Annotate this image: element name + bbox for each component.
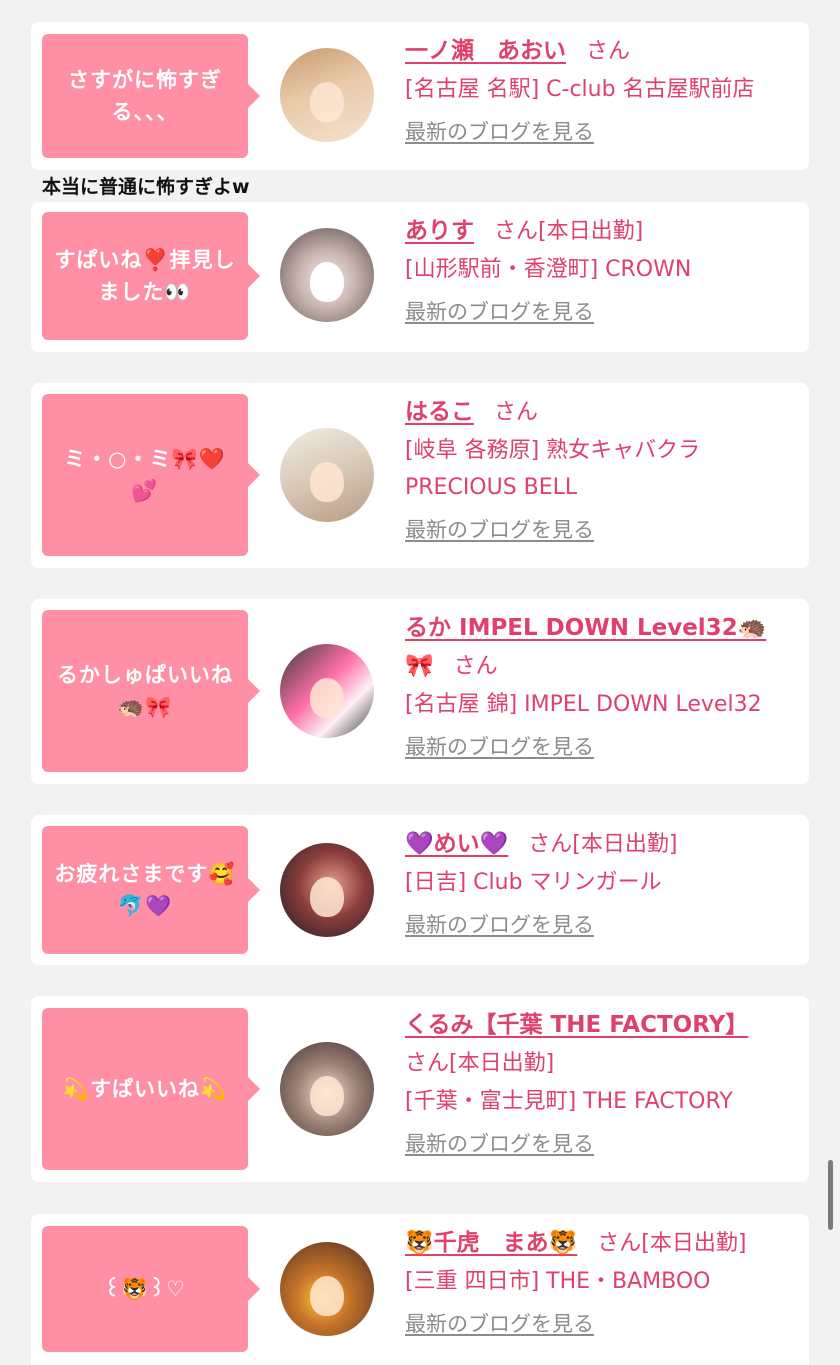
message-text: お疲れさまです🥰 🐬💜: [54, 862, 236, 918]
shop-info: [名古屋 錦] IMPEL DOWN Level32: [405, 692, 762, 717]
avatar[interactable]: [280, 843, 374, 937]
message-card: 💫すぱいいね💫 くるみ【千葉 THE FACTORY】 さん[本日出勤] [千葉…: [31, 996, 809, 1182]
cast-info: ありす さん[本日出勤] [山形駅前・香澄町] CROWN 最新のブログを見る: [405, 212, 797, 332]
shop-info: [千葉・富士見町] THE FACTORY: [405, 1089, 733, 1114]
message-bubble: 💫すぱいいね💫: [42, 1008, 260, 1170]
message-text: ミ・○・ミ🎀❤️💕: [64, 447, 226, 503]
avatar[interactable]: [280, 1242, 374, 1336]
honorific: さん[本日出勤]: [405, 1051, 555, 1076]
message-bubble: お疲れさまです🥰 🐬💜: [42, 826, 260, 954]
latest-blog-link[interactable]: 最新のブログを見る: [405, 292, 797, 332]
message-text: さすがに怖すぎ る、、、: [68, 68, 222, 124]
avatar[interactable]: [280, 428, 374, 522]
message-card: ミ・○・ミ🎀❤️💕 はるこ さん [岐阜 各務原] 熟女キャバクラ PRECIOU…: [31, 383, 809, 568]
latest-blog-link[interactable]: 最新のブログを見る: [405, 1124, 797, 1164]
cast-info: はるこ さん [岐阜 各務原] 熟女キャバクラ PRECIOUS BELL 最新の…: [405, 393, 797, 550]
message-card: すぱいね❣️拝見し ました👀 ありす さん[本日出勤] [山形駅前・香澄町] CR…: [31, 202, 809, 352]
honorific: さん[本日出勤]: [494, 219, 644, 244]
avatar[interactable]: [280, 228, 374, 322]
message-card: さすがに怖すぎ る、、、 一ノ瀬 あおい さん [名古屋 名駅] C-club 名…: [31, 22, 809, 170]
message-card: るかしゅぱいいね 🦔🎀 るか IMPEL DOWN Level32🦔 🎀 さん […: [31, 599, 809, 784]
message-bubble: ꒰🐯꒱♡: [42, 1226, 260, 1352]
comment-text: 本当に普通に怖すぎよw: [42, 176, 250, 198]
cast-info: 💜めい💜 さん[本日出勤] [日吉] Club マリンガール 最新のブログを見る: [405, 825, 797, 945]
latest-blog-link[interactable]: 最新のブログを見る: [405, 510, 797, 550]
cast-name-link[interactable]: はるこ: [405, 399, 474, 425]
cast-info: るか IMPEL DOWN Level32🦔 🎀 さん [名古屋 錦] IMPEL…: [405, 609, 797, 767]
honorific: さん: [494, 400, 539, 425]
message-card: ꒰🐯꒱♡ 🐯千虎 まあ🐯 さん[本日出勤] [三重 四日市] THE・BAMBOO…: [31, 1214, 809, 1365]
avatar[interactable]: [280, 1042, 374, 1136]
scrollbar-thumb[interactable]: [828, 1160, 833, 1230]
cast-name-link[interactable]: るか IMPEL DOWN Level32🦔: [405, 615, 766, 641]
cast-info: 🐯千虎 まあ🐯 さん[本日出勤] [三重 四日市] THE・BAMBOO 最新のブ…: [405, 1224, 797, 1344]
message-text: ꒰🐯꒱♡: [104, 1277, 186, 1301]
avatar[interactable]: [280, 48, 374, 142]
cast-info: 一ノ瀬 あおい さん [名古屋 名駅] C-club 名古屋駅前店 最新のブログを…: [405, 32, 797, 152]
latest-blog-link[interactable]: 最新のブログを見る: [405, 727, 797, 767]
cast-name-link[interactable]: 一ノ瀬 あおい: [405, 38, 566, 64]
honorific: さん[本日出勤]: [597, 1231, 747, 1256]
message-bubble: ミ・○・ミ🎀❤️💕: [42, 394, 260, 556]
latest-blog-link[interactable]: 最新のブログを見る: [405, 1304, 797, 1344]
message-text: 💫すぱいいね💫: [62, 1077, 228, 1101]
latest-blog-link[interactable]: 最新のブログを見る: [405, 112, 797, 152]
cast-info: くるみ【千葉 THE FACTORY】 さん[本日出勤] [千葉・富士見町] T…: [405, 1006, 797, 1164]
shop-info: [岐阜 各務原] 熟女キャバクラ: [405, 438, 701, 463]
message-bubble: すぱいね❣️拝見し ました👀: [42, 212, 260, 340]
shop-info: PRECIOUS BELL: [405, 475, 578, 500]
honorific: さん[本日出勤]: [528, 832, 678, 857]
avatar[interactable]: [280, 644, 374, 738]
message-bubble: さすがに怖すぎ る、、、: [42, 34, 260, 158]
shop-info: [三重 四日市] THE・BAMBOO: [405, 1269, 711, 1294]
shop-info: [名古屋 名駅] C-club 名古屋駅前店: [405, 77, 755, 102]
message-bubble: るかしゅぱいいね 🦔🎀: [42, 610, 260, 772]
message-card: お疲れさまです🥰 🐬💜 💜めい💜 さん[本日出勤] [日吉] Club マリンガー…: [31, 815, 809, 965]
message-text: るかしゅぱいいね 🦔🎀: [57, 663, 233, 719]
cast-name-link[interactable]: 💜めい💜: [405, 831, 508, 857]
cast-name-emoji: 🎀: [405, 653, 434, 679]
cast-name-link[interactable]: ありす: [405, 218, 474, 244]
shop-info: [日吉] Club マリンガール: [405, 870, 662, 895]
message-text: すぱいね❣️拝見し ました👀: [54, 248, 236, 304]
honorific: さん: [586, 39, 631, 64]
shop-info: [山形駅前・香澄町] CROWN: [405, 257, 692, 282]
cast-name-link[interactable]: 🐯千虎 まあ🐯: [405, 1230, 577, 1256]
cast-name-link[interactable]: くるみ【千葉 THE FACTORY】: [405, 1012, 748, 1038]
honorific: さん: [453, 654, 498, 679]
latest-blog-link[interactable]: 最新のブログを見る: [405, 905, 797, 945]
